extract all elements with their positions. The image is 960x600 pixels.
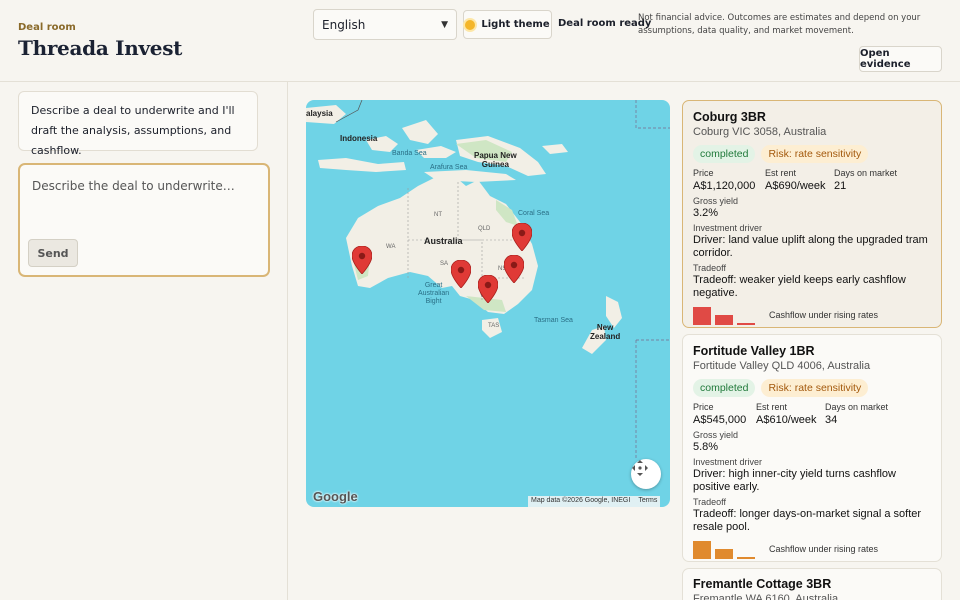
- open-evidence-button[interactable]: Open evidence: [859, 46, 942, 72]
- risk-badge: Risk: rate sensitivity: [761, 379, 869, 397]
- days-metric: Days on market 21: [834, 168, 897, 193]
- map-label-malaysia: alaysia: [306, 109, 333, 118]
- price-label: Price: [693, 402, 714, 412]
- price-value: A$1,120,000: [693, 180, 756, 192]
- driver-text: Driver: high inner-city yield turns cash…: [693, 468, 896, 493]
- map-label-nt: NT: [434, 212, 442, 218]
- theme-button-label: Light theme: [481, 19, 550, 30]
- price-label: Price: [693, 168, 714, 178]
- map-label-coral-sea: Coral Sea: [518, 210, 550, 217]
- map-terms-link[interactable]: Terms: [638, 497, 657, 506]
- composer: Describe the deal to underwrite… Send: [18, 163, 270, 277]
- map-pin-coburg[interactable]: [478, 275, 498, 303]
- chart-caption: Cashflow under rising rates: [769, 544, 879, 554]
- yield-label: Gross yield: [693, 196, 739, 206]
- card-title: Coburg 3BR: [693, 110, 766, 124]
- map-label-australia: Australia: [424, 236, 463, 246]
- cashflow-mini-chart: Cashflow under rising rates: [693, 539, 931, 559]
- recenter-map-button[interactable]: [631, 459, 661, 489]
- days-value: 34: [825, 414, 838, 426]
- map-pin-fortitude-valley[interactable]: [512, 223, 532, 251]
- risk-badge: Risk: rate sensitivity: [761, 145, 869, 163]
- map-label-tasman-sea: Tasman Sea: [534, 317, 573, 324]
- map[interactable]: alaysia Indonesia Banda Sea Arafura Sea …: [306, 100, 670, 507]
- cashflow-bar: [737, 323, 755, 325]
- card-address: Coburg VIC 3058, Australia: [693, 126, 827, 138]
- rent-label: Est rent: [756, 402, 788, 412]
- tradeoff-label: Tradeoff: [693, 497, 727, 507]
- days-label: Days on market: [825, 402, 889, 412]
- driver-label: Investment driver: [693, 457, 763, 467]
- rent-value: A$690/week: [765, 180, 826, 192]
- driver-label: Investment driver: [693, 223, 763, 233]
- rent-value: A$610/week: [756, 414, 817, 426]
- map-label-new-zealand: New Zealand: [590, 323, 621, 341]
- map-label-png: Papua New Guinea: [474, 151, 517, 169]
- theme-toggle-button[interactable]: Light theme: [463, 10, 552, 39]
- map-pin-adelaide[interactable]: [451, 260, 471, 288]
- driver-text: Driver: land value uplift along the upgr…: [693, 234, 928, 259]
- map-label-qld: QLD: [478, 226, 491, 232]
- map-label-wa: WA: [386, 244, 396, 250]
- map-label-indonesia: Indonesia: [340, 134, 378, 143]
- cashflow-bar: [693, 541, 711, 559]
- deal-card-coburg[interactable]: Coburg 3BR Coburg VIC 3058, Australia co…: [682, 100, 942, 328]
- days-label: Days on market: [834, 168, 898, 178]
- send-button[interactable]: Send: [28, 239, 78, 267]
- map-pin-fremantle[interactable]: [352, 246, 372, 274]
- rent-metric: Est rent A$690/week: [765, 168, 834, 193]
- chat-panel: Describe a deal to underwrite and I'll d…: [0, 82, 288, 600]
- map-label-sa: SA: [440, 261, 449, 267]
- assistant-message: Describe a deal to underwrite and I'll d…: [18, 91, 258, 157]
- deal-input[interactable]: Describe the deal to underwrite…: [32, 179, 235, 193]
- price-metric: Price A$545,000: [693, 402, 756, 427]
- map-label-tas: TAS: [488, 323, 500, 329]
- move-arrows-icon: [632, 460, 648, 476]
- brand-eyebrow: Deal room: [18, 22, 76, 33]
- tradeoff-text: Tradeoff: longer days-on-market signal a…: [693, 508, 922, 533]
- brand-title: Threada Invest: [18, 36, 183, 60]
- map-attribution: Map data ©2026 Google, INEGI Terms: [528, 496, 661, 507]
- map-label-great-australian-bight: Great Australian Bight: [418, 282, 450, 305]
- yield-label: Gross yield: [693, 430, 739, 440]
- status-badge: completed: [693, 379, 756, 397]
- map-pin-sydney[interactable]: [504, 255, 524, 283]
- cashflow-bar: [693, 307, 711, 325]
- google-logo: Google: [313, 489, 358, 504]
- tradeoff-text: Tradeoff: weaker yield keeps early cashf…: [693, 274, 906, 299]
- cashflow-bar: [715, 549, 733, 559]
- rent-label: Est rent: [765, 168, 797, 178]
- disclaimer: Not financial advice. Outcomes are estim…: [638, 13, 921, 36]
- map-label-banda-sea: Banda Sea: [392, 150, 427, 157]
- yield-value: 3.2%: [693, 207, 719, 219]
- cashflow-bar: [715, 315, 733, 325]
- status-badge: completed: [693, 145, 756, 163]
- map-attribution-text: Map data ©2026 Google, INEGI: [531, 497, 631, 504]
- card-title: Fortitude Valley 1BR: [693, 344, 815, 358]
- yield-value: 5.8%: [693, 441, 719, 453]
- header: Deal room Threada Invest English ▼ Light…: [0, 0, 960, 82]
- chevron-down-icon: ▼: [441, 19, 448, 30]
- card-address: Fremantle WA 6160, Australia: [693, 593, 839, 600]
- language-value: English: [322, 17, 366, 32]
- chart-caption: Cashflow under rising rates: [769, 310, 879, 320]
- deal-card-fremantle[interactable]: Fremantle Cottage 3BR Fremantle WA 6160,…: [682, 568, 942, 600]
- cashflow-bar: [737, 557, 755, 559]
- map-label-arafura-sea: Arafura Sea: [430, 164, 468, 171]
- deal-card-fortitude-valley[interactable]: Fortitude Valley 1BR Fortitude Valley QL…: [682, 334, 942, 562]
- price-value: A$545,000: [693, 414, 747, 426]
- sun-icon: [465, 19, 476, 30]
- tradeoff-label: Tradeoff: [693, 263, 727, 273]
- language-select[interactable]: English ▼: [313, 9, 457, 40]
- days-metric: Days on market 34: [825, 402, 888, 427]
- card-address: Fortitude Valley QLD 4006, Australia: [693, 360, 871, 372]
- rent-metric: Est rent A$610/week: [756, 402, 825, 427]
- days-value: 21: [834, 180, 847, 192]
- price-metric: Price A$1,120,000: [693, 168, 765, 193]
- cashflow-mini-chart: Cashflow under rising rates: [693, 305, 931, 325]
- card-title: Fremantle Cottage 3BR: [693, 577, 832, 591]
